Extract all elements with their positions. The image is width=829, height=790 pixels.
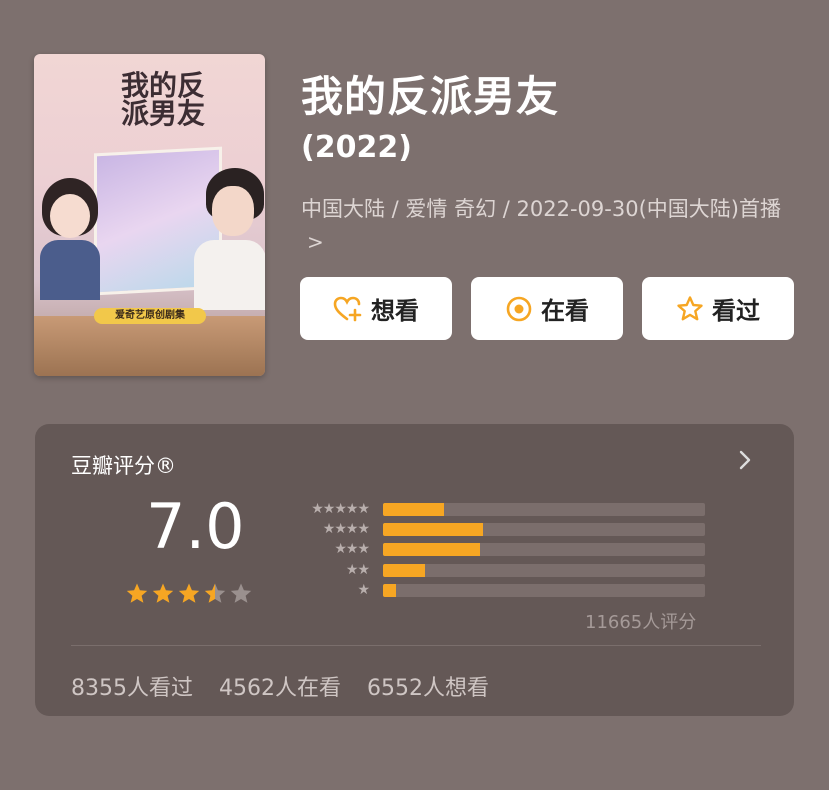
poster-girl-body xyxy=(40,240,100,300)
distribution-bar-fill xyxy=(383,502,445,516)
watching-label: 在看 xyxy=(541,297,589,325)
chevron-right-icon: > xyxy=(307,230,324,254)
distribution-bar-fill xyxy=(383,542,480,556)
rating-score: 7.0 xyxy=(146,490,245,563)
poster-boy-body xyxy=(194,240,265,310)
movie-meta-text: 中国大陆 / 爱情 奇幻 / 2022-09-30(中国大陆)首播 xyxy=(301,197,781,221)
watching-count: 4562人在看 xyxy=(219,676,341,701)
want-to-watch-label: 想看 xyxy=(371,297,419,325)
divider xyxy=(71,645,761,646)
distribution-star-label: ★★★★★ xyxy=(311,501,370,517)
distribution-bar-track xyxy=(383,583,705,597)
distribution-bar-fill xyxy=(383,563,425,577)
heart-plus-icon xyxy=(333,295,363,323)
distribution-star-label: ★ xyxy=(357,582,370,598)
poster-title-text: 我的反派男友 xyxy=(120,69,205,130)
poster-image[interactable]: 我的反派男友 爱奇艺原创剧集 xyxy=(34,54,265,376)
distribution-bar-track xyxy=(383,563,705,577)
star-outline-icon xyxy=(676,295,704,323)
watched-button[interactable]: 看过 xyxy=(642,277,794,340)
distribution-bar-fill xyxy=(383,583,396,597)
audience-stats: 8355人看过 4562人在看 6552人想看 xyxy=(71,670,515,702)
distribution-star-label: ★★★★ xyxy=(322,521,370,537)
poster-boy-face xyxy=(212,186,254,236)
rating-stars xyxy=(125,582,253,605)
chevron-right-icon[interactable] xyxy=(737,448,753,478)
watched-count: 8355人看过 xyxy=(71,676,193,701)
rating-star-icon xyxy=(126,583,148,603)
rating-star-icon xyxy=(204,583,226,603)
rating-star-icon xyxy=(230,583,252,603)
want-to-watch-button[interactable]: 想看 xyxy=(300,277,452,340)
douban-rating-label: 豆瓣评分® xyxy=(71,454,176,478)
distribution-star-label: ★★★ xyxy=(334,541,370,557)
distribution-row: ★★ xyxy=(285,562,705,578)
watching-button[interactable]: 在看 xyxy=(471,277,623,340)
want-count: 6552人想看 xyxy=(367,676,489,701)
distribution-bar-track xyxy=(383,522,705,536)
poster-badge: 爱奇艺原创剧集 xyxy=(94,308,206,324)
rating-star-icon xyxy=(178,583,200,603)
distribution-star-label: ★★ xyxy=(345,562,370,578)
target-circle-icon xyxy=(505,295,533,323)
poster-table xyxy=(34,316,265,376)
movie-title: 我的反派男友 xyxy=(301,72,560,121)
distribution-row: ★★★★ xyxy=(285,521,705,537)
distribution-bar-track xyxy=(383,502,705,516)
rater-count: 11665人评分 xyxy=(585,612,697,633)
movie-meta-link[interactable]: 中国大陆 / 爱情 奇幻 / 2022-09-30(中国大陆)首播 > xyxy=(301,193,781,259)
watched-label: 看过 xyxy=(712,297,760,325)
rating-star-icon xyxy=(152,583,174,603)
distribution-row: ★ xyxy=(285,582,705,598)
distribution-row: ★★★★★ xyxy=(285,501,705,517)
distribution-row: ★★★ xyxy=(285,541,705,557)
distribution-bar-track xyxy=(383,542,705,556)
distribution-bar-fill xyxy=(383,522,483,536)
movie-year: (2022) xyxy=(301,130,412,165)
poster-girl-face xyxy=(50,194,90,238)
rating-card[interactable]: 豆瓣评分® 7.0 ★★★★★ ★★★★ ★★★ ★★ ★ 11665人评分 8355人… xyxy=(35,424,794,716)
